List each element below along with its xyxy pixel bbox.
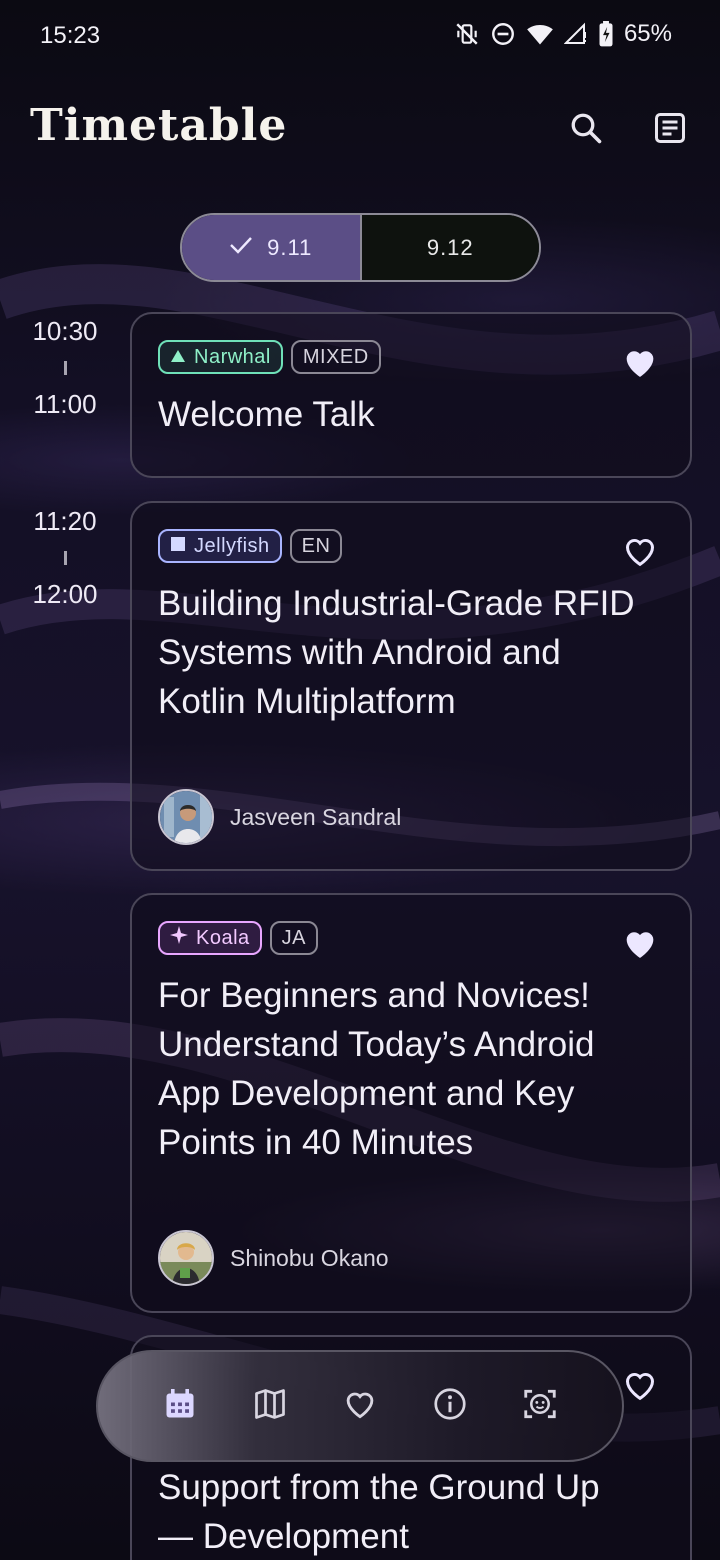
status-time: 15:23 (40, 22, 101, 49)
speaker-avatar (158, 789, 214, 845)
day-tab-1[interactable]: 9.11 (182, 215, 362, 280)
slot-divider (63, 551, 67, 565)
speaker: Jasveen Sandral (158, 789, 401, 845)
room-name: Koala (196, 926, 250, 949)
battery-charging-icon (598, 21, 614, 47)
wifi-icon (526, 21, 554, 47)
room-name: Jellyfish (194, 534, 270, 557)
room-tag: Narwhal (158, 340, 283, 374)
triangle-icon (170, 346, 186, 369)
heart-outline-icon (620, 539, 660, 575)
session-tags: Koala JA (158, 921, 318, 955)
heart-outline-icon (620, 1373, 660, 1409)
language-tag: MIXED (290, 340, 381, 374)
favorite-button[interactable] (620, 1365, 660, 1405)
room-tag: Jellyfish (158, 529, 282, 563)
square-icon (170, 535, 186, 558)
search-icon (568, 110, 604, 151)
list-view-icon (652, 110, 688, 151)
slot-start-time: 10:30 (32, 316, 98, 346)
slot-divider (63, 361, 67, 375)
session-card[interactable]: Narwhal MIXED Welcome Talk (130, 312, 692, 478)
slot-end-time: 11:00 (33, 389, 97, 419)
status-bar: 15:23 65% (0, 0, 720, 72)
do-not-disturb-icon (490, 21, 516, 47)
sparkle-icon (170, 926, 188, 950)
nav-timetable[interactable] (152, 1378, 208, 1434)
nav-map[interactable] (242, 1378, 298, 1434)
day-selector: 9.11 9.12 (180, 213, 541, 282)
session-title: Support from the Ground Up — Development (158, 1468, 600, 1556)
session-card[interactable]: Jellyfish EN Building Industrial-Grade R… (130, 501, 692, 871)
session-card[interactable]: Koala JA For Beginners and Novices! Unde… (130, 893, 692, 1313)
day-tab-label: 9.12 (426, 234, 474, 260)
time-slot: 11:20 12:00 (28, 506, 102, 610)
search-button[interactable] (564, 108, 608, 152)
heart-outline-icon (341, 1385, 379, 1428)
speaker-avatar (158, 1230, 214, 1286)
favorite-button[interactable] (620, 531, 660, 571)
signal-icon (563, 21, 588, 47)
session-tags: Jellyfish EN (158, 529, 343, 563)
slot-start-time: 11:20 (33, 506, 97, 536)
nav-about[interactable] (422, 1378, 478, 1434)
speaker-name: Jasveen Sandral (230, 803, 402, 830)
map-icon (252, 1386, 288, 1427)
session-title: For Beginners and Novices! Understand To… (158, 976, 595, 1162)
speaker-name: Shinobu Okano (230, 1244, 389, 1271)
session-title: Welcome Talk (158, 395, 375, 434)
room-tag: Koala (158, 921, 262, 955)
status-icons: 65% (454, 20, 672, 48)
page-title: Timetable (30, 100, 288, 151)
check-icon (229, 235, 253, 261)
slot-end-time: 12:00 (32, 579, 98, 609)
day-tab-label: 9.11 (267, 234, 313, 260)
session-tags: Narwhal MIXED (158, 340, 381, 374)
bottom-navigation (96, 1350, 624, 1462)
time-slot: 10:30 11:00 (28, 316, 102, 420)
favorite-button[interactable] (620, 342, 660, 382)
heart-filled-icon (620, 932, 660, 967)
day-tab-2[interactable]: 9.12 (361, 215, 539, 280)
heart-filled-icon (620, 351, 660, 386)
nav-favorites[interactable] (332, 1378, 388, 1434)
room-name: Narwhal (194, 345, 271, 368)
calendar-icon (162, 1386, 198, 1427)
nav-profile-card[interactable] (512, 1378, 568, 1434)
vibrate-off-icon (454, 21, 480, 47)
face-scan-icon (521, 1385, 559, 1428)
language-tag: EN (289, 529, 343, 563)
favorite-button[interactable] (620, 923, 660, 963)
speaker: Shinobu Okano (158, 1230, 389, 1286)
list-view-button[interactable] (648, 108, 692, 152)
language-tag: JA (269, 921, 318, 955)
session-title: Building Industrial-Grade RFID Systems w… (158, 584, 635, 721)
info-icon (432, 1386, 468, 1427)
battery-percent: 65% (623, 20, 672, 47)
